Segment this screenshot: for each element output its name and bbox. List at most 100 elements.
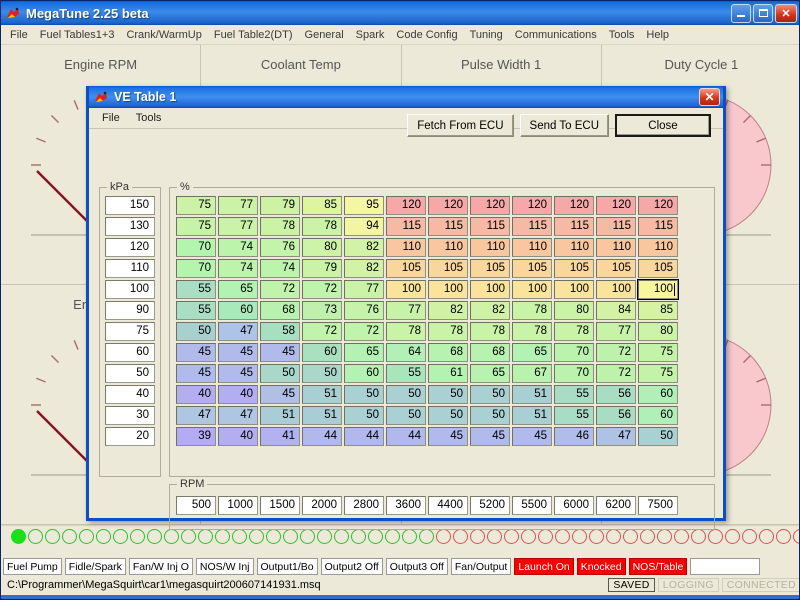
ve-cell[interactable]: 77 <box>218 196 258 215</box>
ve-cell[interactable]: 60 <box>218 301 258 320</box>
ve-cell[interactable]: 78 <box>302 217 342 236</box>
ve-cell[interactable]: 50 <box>638 427 678 446</box>
ve-cell[interactable]: 95 <box>344 196 384 215</box>
ve-cell[interactable]: 61 <box>428 364 468 383</box>
ve-cell[interactable]: 105 <box>554 259 594 278</box>
menu-item-code-config[interactable]: Code Config <box>390 27 463 43</box>
ve-cell[interactable]: 51 <box>302 385 342 404</box>
ve-cell[interactable]: 120 <box>470 196 510 215</box>
ve-cell[interactable]: 78 <box>428 322 468 341</box>
ve-cell[interactable]: 40 <box>218 427 258 446</box>
ve-cell[interactable]: 51 <box>512 385 552 404</box>
menu-item-communications[interactable]: Communications <box>509 27 603 43</box>
ve-cell[interactable]: 65 <box>344 343 384 362</box>
ve-cell[interactable]: 50 <box>470 406 510 425</box>
ve-cell[interactable]: 100 <box>470 280 510 299</box>
ve-cell[interactable]: 105 <box>512 259 552 278</box>
ve-cell[interactable]: 82 <box>344 238 384 257</box>
ve-cell[interactable]: 120 <box>386 196 426 215</box>
ve-cell[interactable]: 65 <box>512 343 552 362</box>
ve-cell[interactable]: 82 <box>344 259 384 278</box>
ve-cell[interactable]: 50 <box>302 364 342 383</box>
menu-item-crank-warmup[interactable]: Crank/WarmUp <box>120 27 207 43</box>
kpa-axis-cell[interactable]: 100 <box>105 280 155 299</box>
rpm-axis-cell[interactable]: 5500 <box>512 496 552 515</box>
ve-cell[interactable]: 50 <box>176 322 216 341</box>
ve-cell[interactable]: 78 <box>470 322 510 341</box>
kpa-axis-cell[interactable]: 60 <box>105 343 155 362</box>
ve-cell[interactable]: 82 <box>470 301 510 320</box>
menu-item-file[interactable]: File <box>4 27 34 43</box>
kpa-axis-cell[interactable]: 40 <box>105 385 155 404</box>
ve-cell[interactable]: 55 <box>386 364 426 383</box>
ve-cell[interactable]: 50 <box>470 385 510 404</box>
dialog-menu-item-tools[interactable]: Tools <box>128 110 170 126</box>
ve-cell[interactable]: 105 <box>638 259 678 278</box>
ve-cell[interactable]: 40 <box>176 385 216 404</box>
ve-cell[interactable]: 50 <box>386 385 426 404</box>
ve-cell[interactable]: 79 <box>260 196 300 215</box>
ve-cell[interactable]: 46 <box>554 427 594 446</box>
ve-cell[interactable]: 45 <box>428 427 468 446</box>
ve-cell[interactable]: 74 <box>218 259 258 278</box>
ve-cell[interactable]: 64 <box>386 343 426 362</box>
kpa-axis-cell[interactable]: 90 <box>105 301 155 320</box>
ve-cell[interactable]: 115 <box>554 217 594 236</box>
ve-cell[interactable]: 39 <box>176 427 216 446</box>
rpm-axis-cell[interactable]: 2800 <box>344 496 384 515</box>
ve-cell[interactable]: 105 <box>470 259 510 278</box>
menu-item-spark[interactable]: Spark <box>350 27 391 43</box>
ve-cell[interactable]: 70 <box>554 364 594 383</box>
ve-cell[interactable]: 50 <box>428 385 468 404</box>
ve-cell[interactable]: 100 <box>512 280 552 299</box>
ve-cell[interactable]: 80 <box>554 301 594 320</box>
kpa-axis-cell[interactable]: 110 <box>105 259 155 278</box>
ve-cell[interactable]: 56 <box>596 406 636 425</box>
menu-item-fuel-tables1-3[interactable]: Fuel Tables1+3 <box>34 27 121 43</box>
ve-cell[interactable]: 84 <box>596 301 636 320</box>
ve-cell[interactable]: 45 <box>470 427 510 446</box>
ve-cell[interactable]: 55 <box>554 406 594 425</box>
ve-cell[interactable]: 76 <box>260 238 300 257</box>
ve-cell[interactable]: 77 <box>596 322 636 341</box>
ve-cell[interactable]: 55 <box>176 280 216 299</box>
ve-cell[interactable]: 65 <box>470 364 510 383</box>
ve-cell[interactable]: 72 <box>302 280 342 299</box>
ve-cell[interactable]: 45 <box>218 343 258 362</box>
rpm-axis-cell[interactable]: 4400 <box>428 496 468 515</box>
ve-cell[interactable]: 68 <box>260 301 300 320</box>
ve-cell[interactable]: 100 <box>386 280 426 299</box>
kpa-axis-cell[interactable]: 20 <box>105 427 155 446</box>
ve-cell[interactable]: 68 <box>470 343 510 362</box>
rpm-axis-cell[interactable]: 7500 <box>638 496 678 515</box>
kpa-axis-cell[interactable]: 120 <box>105 238 155 257</box>
ve-cell[interactable]: 85 <box>638 301 678 320</box>
ve-cell[interactable]: 45 <box>218 364 258 383</box>
ve-cell[interactable]: 67 <box>512 364 552 383</box>
ve-cell[interactable]: 44 <box>302 427 342 446</box>
dialog-menu-item-file[interactable]: File <box>94 110 128 126</box>
menu-item-general[interactable]: General <box>299 27 350 43</box>
ve-cell[interactable]: 45 <box>176 343 216 362</box>
ve-cell[interactable]: 55 <box>176 301 216 320</box>
ve-cell[interactable]: 100 <box>596 280 636 299</box>
ve-cell[interactable]: 85 <box>302 196 342 215</box>
ve-cell[interactable]: 77 <box>218 217 258 236</box>
ve-cell[interactable]: 115 <box>512 217 552 236</box>
ve-cell[interactable]: 72 <box>302 322 342 341</box>
ve-cell[interactable]: 70 <box>176 238 216 257</box>
rpm-axis-cell[interactable]: 500 <box>176 496 216 515</box>
ve-cell[interactable]: 58 <box>260 322 300 341</box>
ve-cell[interactable]: 41 <box>260 427 300 446</box>
ve-cell[interactable]: 55 <box>554 385 594 404</box>
ve-cell[interactable]: 120 <box>512 196 552 215</box>
ve-cell[interactable]: 110 <box>638 238 678 257</box>
ve-cell[interactable]: 45 <box>260 385 300 404</box>
ve-cell[interactable]: 60 <box>302 343 342 362</box>
ve-cell[interactable]: 75 <box>176 217 216 236</box>
ve-cell[interactable]: 68 <box>428 343 468 362</box>
ve-cell[interactable]: 80 <box>302 238 342 257</box>
ve-cell[interactable]: 79 <box>302 259 342 278</box>
ve-cell[interactable]: 74 <box>260 259 300 278</box>
ve-cell[interactable]: 73 <box>302 301 342 320</box>
